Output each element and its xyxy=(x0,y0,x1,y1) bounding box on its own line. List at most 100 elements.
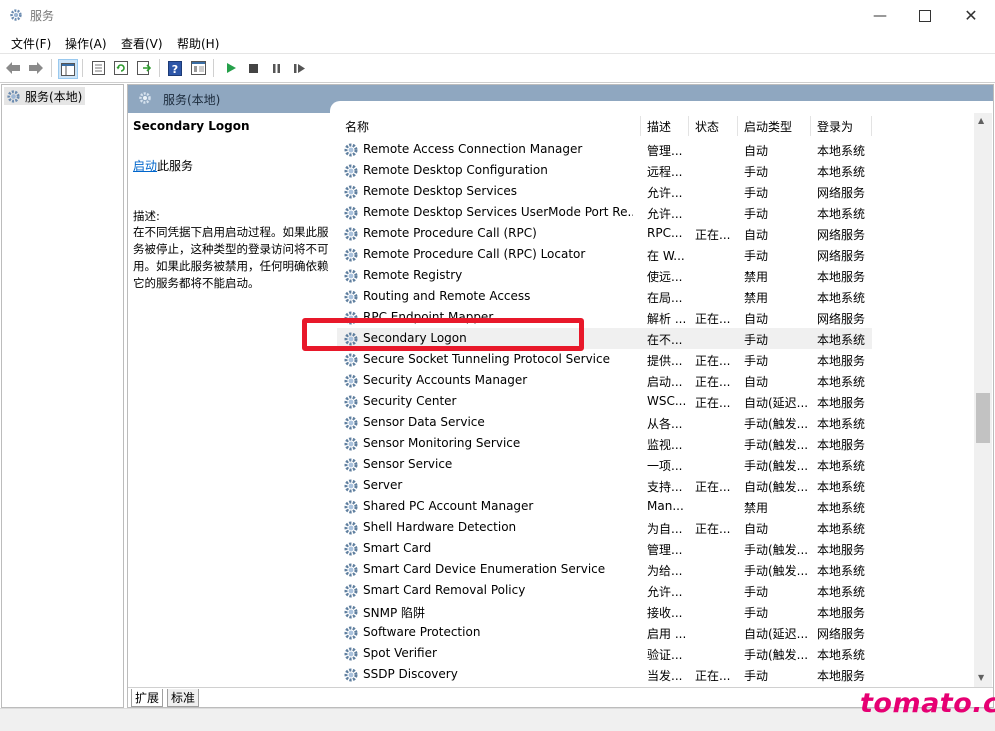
service-log-on-as: 本地系统 xyxy=(817,333,866,347)
show-console-tree-button[interactable] xyxy=(58,59,78,79)
service-row[interactable]: Spot Verifier 验证... 手动(触发... 本地系统 xyxy=(337,643,872,664)
scrollbar-thumb[interactable] xyxy=(976,393,990,443)
refresh-button[interactable] xyxy=(112,59,130,77)
service-startup-type: 自动(延迟... xyxy=(744,396,808,410)
service-log-on-as: 本地服务 xyxy=(817,669,866,683)
start-service-link[interactable]: 启动 xyxy=(133,159,157,173)
export-list-button[interactable] xyxy=(135,59,153,77)
service-log-on-as: 本地系统 xyxy=(817,291,866,305)
service-gear-icon xyxy=(343,604,359,620)
service-row[interactable]: Security Center WSC... 正在... 自动(延迟... 本地服务 xyxy=(337,391,872,412)
service-log-on-as: 网络服务 xyxy=(817,627,866,641)
service-gear-icon xyxy=(343,184,359,200)
service-row[interactable]: SNMP 陷阱 接收... 手动 本地服务 xyxy=(337,601,872,622)
close-button[interactable]: ✕ xyxy=(948,0,994,31)
service-row[interactable]: Server 支持... 正在... 自动(触发... 本地系统 xyxy=(337,475,872,496)
service-row[interactable]: Security Accounts Manager 启动... 正在... 自动 本地系… xyxy=(337,370,872,391)
column-header-description[interactable]: 描述 xyxy=(647,118,671,135)
tree-item-label: 服务(本地) xyxy=(25,89,83,104)
service-gear-icon xyxy=(343,394,359,410)
service-description: Man... xyxy=(647,499,684,513)
column-header-log-on-as[interactable]: 登录为 xyxy=(817,118,853,135)
service-startup-type: 手动(触发... xyxy=(744,543,808,557)
service-row[interactable]: Sensor Service 一项... 手动(触发... 本地系统 xyxy=(337,454,872,475)
service-row[interactable]: Smart Card Device Enumeration Service 为给.… xyxy=(337,559,872,580)
service-row[interactable]: Smart Card 管理... 手动(触发... 本地服务 xyxy=(337,538,872,559)
extended-view-button[interactable] xyxy=(189,59,207,77)
minimize-button[interactable]: — xyxy=(857,0,903,31)
service-row[interactable]: Remote Desktop Configuration 远程... 手动 本地系统 xyxy=(337,160,872,181)
properties-button[interactable] xyxy=(89,59,107,77)
service-gear-icon xyxy=(343,562,359,578)
service-startup-type: 自动(触发... xyxy=(744,480,808,494)
service-startup-type: 手动(触发... xyxy=(744,417,808,431)
service-row[interactable]: Remote Desktop Services UserMode Port Re… xyxy=(337,202,872,223)
services-pane: 服务(本地) Secondary Logon 启动此服务 描述: 在不同凭据下启… xyxy=(127,84,994,708)
tab-standard[interactable]: 标准 xyxy=(167,689,200,707)
forward-button[interactable] xyxy=(27,59,45,77)
service-gear-icon xyxy=(343,205,359,221)
tree-item-services-local[interactable]: 服务(本地) xyxy=(4,87,86,105)
restart-service-button[interactable] xyxy=(290,59,308,77)
service-row[interactable]: Smart Card Removal Policy 允许... 手动 本地系统 xyxy=(337,580,872,601)
service-row[interactable]: SSDP Discovery 当发... 正在... 手动 本地服务 xyxy=(337,664,872,685)
service-log-on-as: 网络服务 xyxy=(817,249,866,263)
service-gear-icon xyxy=(343,520,359,536)
column-header-name[interactable]: 名称 xyxy=(345,118,369,135)
service-name: Spot Verifier xyxy=(363,646,437,660)
column-header-startup-type[interactable]: 启动类型 xyxy=(744,118,792,135)
properties-icon xyxy=(91,61,105,75)
service-gear-icon xyxy=(343,352,359,368)
service-row[interactable]: Remote Procedure Call (RPC) RPC... 正在... 自动… xyxy=(337,223,872,244)
start-service-icon xyxy=(227,63,236,73)
menu-action[interactable]: 操作(A) xyxy=(65,35,107,52)
column-header-status[interactable]: 状态 xyxy=(695,118,719,135)
back-button[interactable] xyxy=(4,59,22,77)
service-row[interactable]: Routing and Remote Access 在局... 禁用 本地系统 xyxy=(337,286,872,307)
service-name: Remote Procedure Call (RPC) xyxy=(363,226,537,240)
selected-service-title: Secondary Logon xyxy=(133,119,250,133)
service-row[interactable]: Software Protection 启用 ... 自动(延迟... 网络服务 xyxy=(337,622,872,643)
scroll-up-icon[interactable]: ▲ xyxy=(978,116,984,125)
service-row[interactable]: Sensor Data Service 从各... 手动(触发... 本地系统 xyxy=(337,412,872,433)
service-gear-icon xyxy=(343,436,359,452)
help-button[interactable]: ? xyxy=(166,59,184,77)
service-gear-icon xyxy=(343,268,359,284)
service-status: 正在... xyxy=(695,228,731,242)
service-description: 启动... xyxy=(647,375,683,389)
service-gear-icon xyxy=(343,541,359,557)
service-name: Software Protection xyxy=(363,625,481,639)
service-description: 当发... xyxy=(647,669,683,683)
service-row[interactable]: Remote Desktop Services 允许... 手动 网络服务 xyxy=(337,181,872,202)
pause-service-button[interactable] xyxy=(267,59,285,77)
vertical-scrollbar[interactable]: ▲ ▼ xyxy=(974,113,992,687)
service-gear-icon xyxy=(343,415,359,431)
service-startup-type: 自动(延迟... xyxy=(744,627,808,641)
start-service-button[interactable] xyxy=(222,59,240,77)
stop-service-icon xyxy=(248,63,258,73)
title-bar: 服务 — ✕ xyxy=(0,0,995,31)
maximize-icon xyxy=(919,9,931,22)
service-row[interactable]: Shell Hardware Detection 为自... 正在... 自动 本地系统 xyxy=(337,517,872,538)
tab-extended[interactable]: 扩展 xyxy=(131,689,164,707)
service-row[interactable]: Sensor Monitoring Service 监视... 手动(触发... 本地… xyxy=(337,433,872,454)
highlight-annotation-box xyxy=(302,318,584,351)
service-row[interactable]: Shared PC Account Manager Man... 禁用 本地系统 xyxy=(337,496,872,517)
service-row[interactable]: Remote Access Connection Manager 管理... 自动 本… xyxy=(337,139,872,160)
stop-service-button[interactable] xyxy=(244,59,262,77)
service-row[interactable]: Remote Procedure Call (RPC) Locator 在 W..… xyxy=(337,244,872,265)
service-status: 正在... xyxy=(695,480,731,494)
service-description: 启用 ... xyxy=(647,627,687,641)
maximize-button[interactable] xyxy=(902,0,948,31)
menu-help[interactable]: 帮助(H) xyxy=(177,35,219,52)
service-startup-type: 手动(触发... xyxy=(744,459,808,473)
service-name: Remote Procedure Call (RPC) Locator xyxy=(363,247,586,261)
service-name: Shell Hardware Detection xyxy=(363,520,517,534)
service-row[interactable]: Remote Registry 使远... 禁用 本地服务 xyxy=(337,265,872,286)
service-row[interactable]: Secure Socket Tunneling Protocol Service… xyxy=(337,349,872,370)
service-log-on-as: 本地系统 xyxy=(817,522,866,536)
back-arrow-icon xyxy=(6,62,20,74)
menu-view[interactable]: 查看(V) xyxy=(121,35,163,52)
scroll-down-icon[interactable]: ▼ xyxy=(978,673,984,682)
menu-file[interactable]: 文件(F) xyxy=(11,35,51,52)
